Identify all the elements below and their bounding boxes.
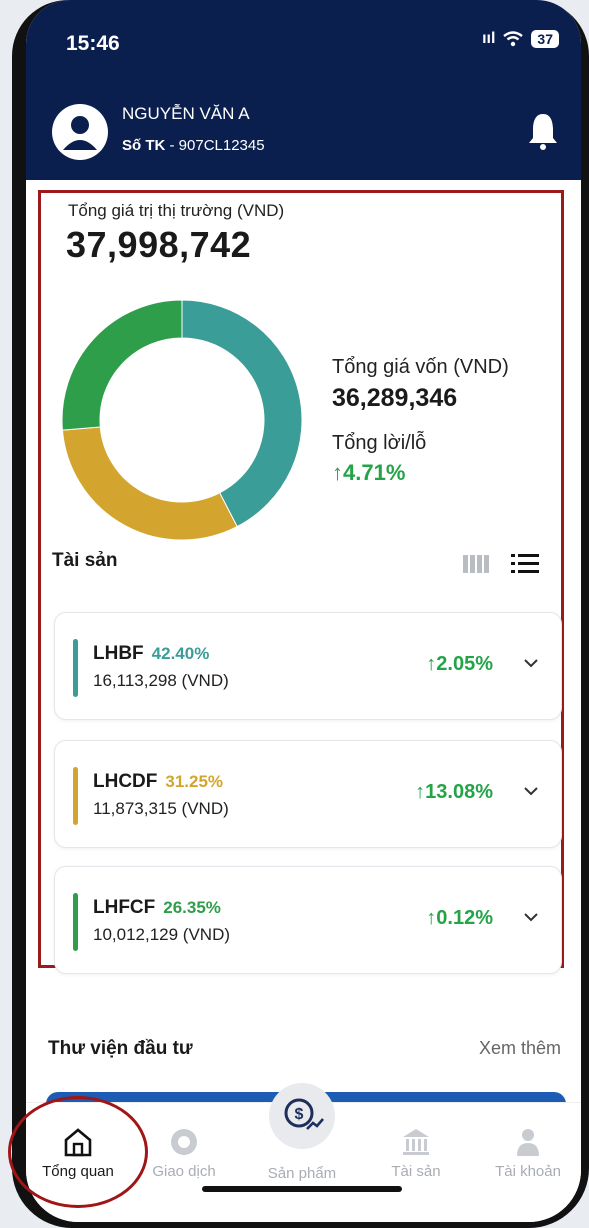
- fund-card-lhcdf[interactable]: LHCDF 31.25% 11,873,315 (VND) ↑13.08%: [54, 740, 562, 848]
- wifi-icon: [503, 31, 524, 47]
- profit-loss-label: Tổng lời/lỗ: [332, 432, 427, 454]
- tab-tai-khoan[interactable]: Tài khoản: [478, 1125, 578, 1180]
- market-value-label: Tổng giá trị thị trường (VND): [68, 201, 285, 220]
- profit-loss-value: ↑4.71%: [332, 460, 406, 485]
- tab-san-pham[interactable]: Sản phẩm: [252, 1161, 352, 1182]
- fund-percent: 42.40%: [151, 644, 210, 663]
- donut-slice-lhfcf: [61, 299, 183, 431]
- library-title: Thư viện đầu tư: [48, 1038, 193, 1059]
- tab-label: Tài sản: [391, 1163, 441, 1180]
- tab-giao-dich[interactable]: Giao dịch: [134, 1125, 234, 1180]
- fund-change: ↑13.08%: [415, 781, 493, 803]
- user-name: NGUYỄN VĂN A: [122, 104, 250, 123]
- battery-icon: 37: [531, 30, 559, 48]
- donut-slice-lhcdf: [61, 426, 238, 541]
- signal-icon: ııl: [482, 30, 496, 47]
- products-center-button[interactable]: $: [269, 1083, 335, 1149]
- fund-code-text: LHFCF: [93, 897, 156, 918]
- fund-code-text: LHCDF: [93, 771, 158, 792]
- bank-icon: [403, 1129, 429, 1155]
- fund-value: 10,012,129 (VND): [93, 925, 231, 944]
- fund-code-text: LHBF: [93, 643, 144, 664]
- svg-text:$: $: [295, 1106, 304, 1123]
- list-view-icon[interactable]: [511, 553, 539, 575]
- fund-color-bar: [73, 639, 78, 697]
- tab-label: Tài khoản: [495, 1163, 561, 1180]
- app-header: 15:46 ııl 37 NGUYỄN VĂN A Số TK - 907CL1…: [26, 0, 581, 180]
- account-label: Số TK: [122, 137, 166, 154]
- coin-icon: [171, 1129, 197, 1155]
- grid-view-icon[interactable]: [463, 555, 489, 573]
- fund-color-bar: [73, 893, 78, 951]
- avatar[interactable]: [52, 104, 108, 160]
- chevron-down-icon[interactable]: [523, 785, 539, 797]
- cost-value: 36,289,346: [332, 384, 458, 412]
- account-value: - 907CL12345: [165, 137, 265, 154]
- fund-code: LHFCF 26.35%: [93, 897, 221, 919]
- donut-slice-lhbf: [181, 299, 303, 528]
- highlight-circle: [8, 1096, 148, 1208]
- fund-change: ↑0.12%: [426, 907, 493, 929]
- fund-card-lhbf[interactable]: LHBF 42.40% 16,113,298 (VND) ↑2.05%: [54, 612, 562, 720]
- tab-label: Sản phẩm: [267, 1165, 337, 1182]
- tab-tai-san[interactable]: Tài sản: [366, 1125, 466, 1180]
- fund-percent: 31.25%: [165, 772, 224, 791]
- home-indicator: [202, 1186, 402, 1192]
- see-more-link[interactable]: Xem thêm: [479, 1038, 561, 1059]
- fund-change: ↑2.05%: [426, 653, 493, 675]
- chevron-down-icon[interactable]: [523, 657, 539, 669]
- fund-code: LHCDF 31.25%: [93, 771, 223, 793]
- dollar-growth-icon: $: [284, 1098, 324, 1130]
- fund-value: 16,113,298 (VND): [93, 671, 229, 690]
- person-icon: [517, 1129, 539, 1156]
- fund-percent: 26.35%: [163, 898, 221, 917]
- fund-value: 11,873,315 (VND): [93, 799, 229, 818]
- status-time: 15:46: [66, 32, 120, 55]
- allocation-donut-chart: [61, 299, 303, 541]
- market-value: 37,998,742: [66, 224, 252, 265]
- fund-code: LHBF 42.40%: [93, 643, 209, 665]
- status-icons: ııl 37: [482, 30, 559, 48]
- bell-icon[interactable]: [527, 110, 559, 150]
- tab-label: Giao dịch: [152, 1163, 216, 1180]
- cost-label: Tổng giá vốn (VND): [332, 356, 509, 378]
- account-number: Số TK - 907CL12345: [122, 137, 265, 154]
- assets-title: Tài sản: [52, 550, 118, 571]
- fund-card-lhfcf[interactable]: LHFCF 26.35% 10,012,129 (VND) ↑0.12%: [54, 866, 562, 974]
- fund-color-bar: [73, 767, 78, 825]
- app-screen: 15:46 ııl 37 NGUYỄN VĂN A Số TK - 907CL1…: [26, 0, 581, 1222]
- chevron-down-icon[interactable]: [523, 911, 539, 923]
- person-icon: [63, 116, 97, 150]
